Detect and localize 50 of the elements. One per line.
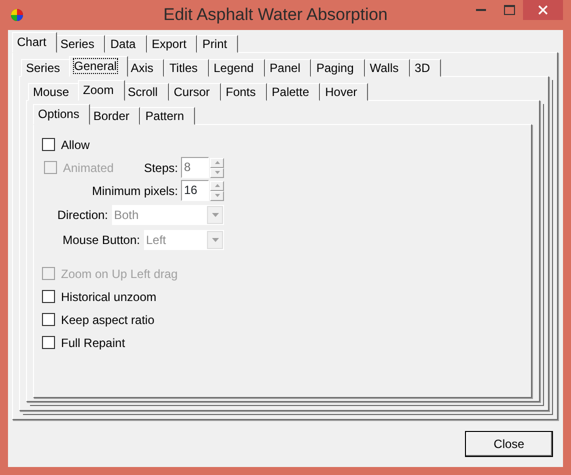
- field-label: Mouse Button:: [62, 232, 140, 248]
- tab[interactable]: Data: [105, 35, 147, 53]
- spin-field: 8: [181, 157, 209, 178]
- tab[interactable]: Scroll: [122, 83, 169, 101]
- tab[interactable]: Mouse: [28, 83, 80, 101]
- tab[interactable]: Cursor: [168, 83, 221, 101]
- checkbox[interactable]: [42, 138, 55, 151]
- checkbox[interactable]: [42, 336, 55, 349]
- tab[interactable]: Paging: [311, 59, 365, 77]
- checkbox[interactable]: [42, 290, 55, 303]
- tab[interactable]: Chart: [12, 32, 58, 53]
- tab[interactable]: Legend: [208, 59, 265, 77]
- spin-up-icon[interactable]: [210, 180, 224, 190]
- checkbox-label: Animated: [63, 160, 114, 176]
- tab[interactable]: Series: [55, 35, 106, 53]
- tab[interactable]: Hover: [320, 83, 368, 101]
- dropdown: Both: [112, 204, 224, 224]
- window-title: Edit Asphalt Water Absorption: [162, 4, 389, 26]
- tab[interactable]: Axis: [126, 59, 164, 77]
- checkbox[interactable]: [42, 313, 55, 326]
- tab[interactable]: Fonts: [220, 83, 267, 101]
- tab[interactable]: Pattern: [140, 107, 196, 125]
- tab[interactable]: Walls: [364, 59, 410, 77]
- spin-field[interactable]: 16: [181, 180, 209, 201]
- tab[interactable]: Titles: [164, 59, 209, 77]
- tab[interactable]: Print: [197, 35, 238, 53]
- field-label: Minimum pixels:: [92, 182, 178, 200]
- tab[interactable]: Border: [88, 107, 140, 125]
- checkbox-label: Full Repaint: [61, 334, 126, 352]
- spin-up-icon[interactable]: [210, 158, 224, 168]
- checkbox-label: Allow: [61, 136, 90, 154]
- spin-down-icon[interactable]: [210, 168, 224, 178]
- spin-down-icon[interactable]: [210, 190, 224, 200]
- tab[interactable]: Series: [21, 59, 72, 77]
- close-icon[interactable]: [523, 0, 563, 20]
- tab[interactable]: 3D: [410, 59, 441, 77]
- close-button[interactable]: Close: [465, 430, 553, 456]
- steps-label: Steps:: [144, 160, 178, 176]
- tab[interactable]: Export: [146, 35, 198, 53]
- checkbox-label: Keep aspect ratio: [61, 312, 154, 328]
- tab[interactable]: General: [69, 56, 128, 77]
- dropdown: Left: [144, 230, 224, 250]
- tab[interactable]: Options: [33, 104, 90, 125]
- app-icon: [10, 8, 24, 22]
- field-label: Direction:: [57, 206, 108, 224]
- tab[interactable]: Zoom: [78, 80, 125, 101]
- tab[interactable]: Palette: [266, 83, 320, 101]
- tab[interactable]: Panel: [264, 59, 312, 77]
- checkbox-label: Zoom on Up Left drag: [61, 266, 178, 282]
- checkbox-label: Historical unzoom: [61, 288, 156, 306]
